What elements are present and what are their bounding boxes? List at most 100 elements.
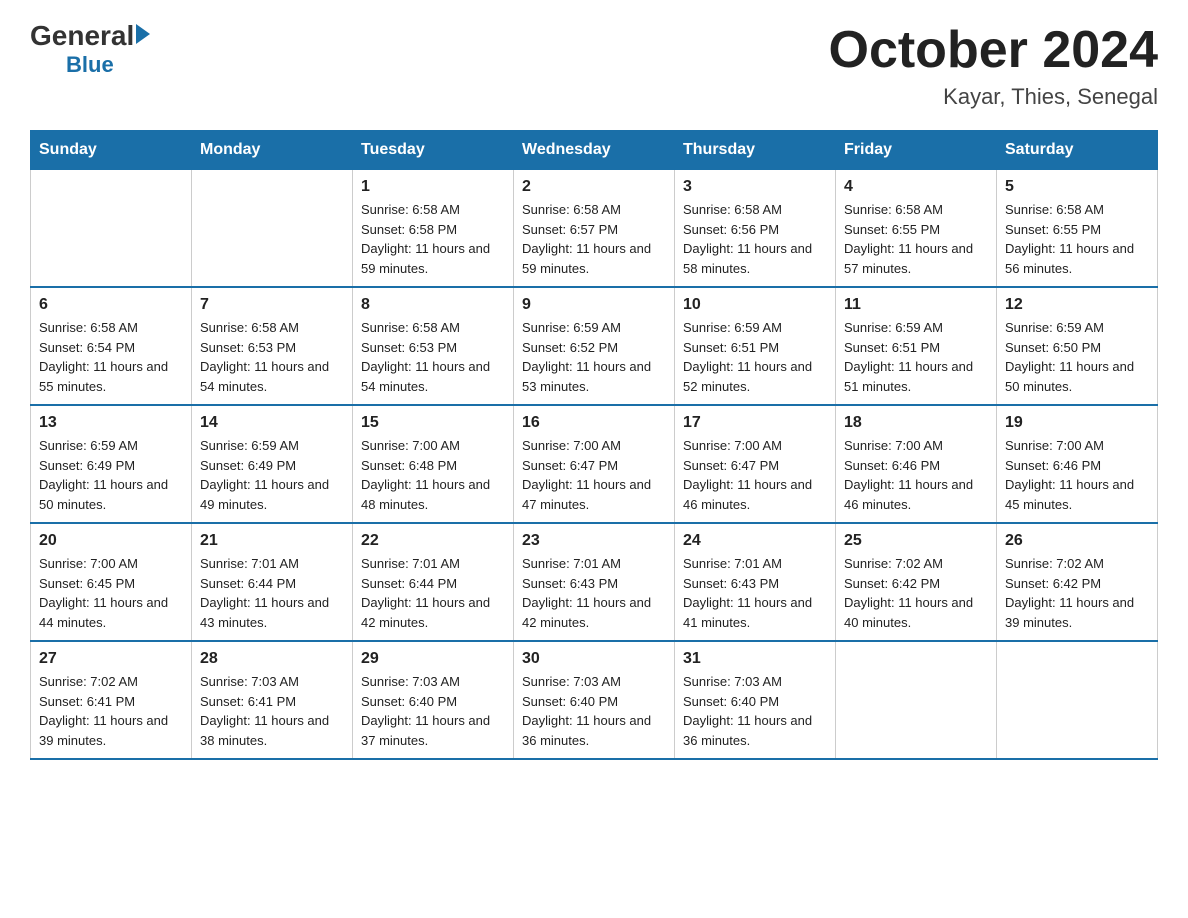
header-monday: Monday xyxy=(192,131,353,170)
day-info: Sunrise: 6:58 AMSunset: 6:53 PMDaylight:… xyxy=(200,318,344,396)
day-cell: 29 Sunrise: 7:03 AMSunset: 6:40 PMDayligh… xyxy=(353,641,514,759)
day-cell: 27Sunrise: 7:02 AMSunset: 6:41 PMDayligh… xyxy=(31,641,192,759)
day-number: 18 xyxy=(844,414,988,432)
day-number: 29 xyxy=(361,650,505,668)
day-cell: 1 Sunrise: 6:58 AMSunset: 6:58 PMDaylight… xyxy=(353,170,514,288)
day-info: Sunrise: 6:59 AMSunset: 6:49 PMDaylight:… xyxy=(39,436,183,514)
day-cell: 8Sunrise: 6:58 AMSunset: 6:53 PMDaylight… xyxy=(353,287,514,405)
day-info: Sunrise: 7:00 AMSunset: 6:47 PMDaylight:… xyxy=(683,436,827,514)
day-info: Sunrise: 7:01 AMSunset: 6:43 PMDaylight:… xyxy=(522,554,666,632)
day-info: Sunrise: 7:02 AMSunset: 6:42 PMDaylight:… xyxy=(844,554,988,632)
day-cell: 10Sunrise: 6:59 AMSunset: 6:51 PMDayligh… xyxy=(675,287,836,405)
day-info: Sunrise: 6:58 AMSunset: 6:55 PMDaylight:… xyxy=(1005,200,1149,278)
day-number: 31 xyxy=(683,650,827,668)
day-cell: 23Sunrise: 7:01 AMSunset: 6:43 PMDayligh… xyxy=(514,523,675,641)
day-cell: 2 Sunrise: 6:58 AMSunset: 6:57 PMDaylight… xyxy=(514,170,675,288)
day-number: 12 xyxy=(1005,296,1149,314)
week-row-3: 13Sunrise: 6:59 AMSunset: 6:49 PMDayligh… xyxy=(31,405,1158,523)
day-number: 15 xyxy=(361,414,505,432)
day-cell: 26 Sunrise: 7:02 AMSunset: 6:42 PMDayligh… xyxy=(997,523,1158,641)
day-cell: 14 Sunrise: 6:59 AMSunset: 6:49 PMDayligh… xyxy=(192,405,353,523)
day-number: 22 xyxy=(361,532,505,550)
day-number: 17 xyxy=(683,414,827,432)
header-saturday: Saturday xyxy=(997,131,1158,170)
day-info: Sunrise: 7:01 AMSunset: 6:43 PMDaylight:… xyxy=(683,554,827,632)
day-number: 30 xyxy=(522,650,666,668)
day-info: Sunrise: 7:00 AMSunset: 6:45 PMDaylight:… xyxy=(39,554,183,632)
day-number: 19 xyxy=(1005,414,1149,432)
day-number: 1 xyxy=(361,178,505,196)
day-info: Sunrise: 7:01 AMSunset: 6:44 PMDaylight:… xyxy=(361,554,505,632)
day-info: Sunrise: 6:58 AMSunset: 6:56 PMDaylight:… xyxy=(683,200,827,278)
logo-blue-label: Blue xyxy=(66,52,114,77)
day-cell: 22 Sunrise: 7:01 AMSunset: 6:44 PMDayligh… xyxy=(353,523,514,641)
day-cell: 31 Sunrise: 7:03 AMSunset: 6:40 PMDayligh… xyxy=(675,641,836,759)
day-number: 14 xyxy=(200,414,344,432)
day-cell: 19 Sunrise: 7:00 AMSunset: 6:46 PMDayligh… xyxy=(997,405,1158,523)
header-sunday: Sunday xyxy=(31,131,192,170)
day-cell: 4Sunrise: 6:58 AMSunset: 6:55 PMDaylight… xyxy=(836,170,997,288)
day-cell xyxy=(192,170,353,288)
day-number: 24 xyxy=(683,532,827,550)
day-number: 7 xyxy=(200,296,344,314)
day-info: Sunrise: 6:59 AMSunset: 6:49 PMDaylight:… xyxy=(200,436,344,514)
day-cell: 17 Sunrise: 7:00 AMSunset: 6:47 PMDayligh… xyxy=(675,405,836,523)
day-info: Sunrise: 7:03 AMSunset: 6:40 PMDaylight:… xyxy=(361,672,505,750)
day-number: 2 xyxy=(522,178,666,196)
day-number: 28 xyxy=(200,650,344,668)
day-number: 9 xyxy=(522,296,666,314)
day-number: 5 xyxy=(1005,178,1149,196)
day-cell: 3 Sunrise: 6:58 AMSunset: 6:56 PMDaylight… xyxy=(675,170,836,288)
day-cell xyxy=(997,641,1158,759)
day-number: 8 xyxy=(361,296,505,314)
day-cell xyxy=(836,641,997,759)
day-cell xyxy=(31,170,192,288)
day-cell: 15 Sunrise: 7:00 AMSunset: 6:48 PMDayligh… xyxy=(353,405,514,523)
day-number: 4 xyxy=(844,178,988,196)
day-cell: 21Sunrise: 7:01 AMSunset: 6:44 PMDayligh… xyxy=(192,523,353,641)
day-cell: 7 Sunrise: 6:58 AMSunset: 6:53 PMDaylight… xyxy=(192,287,353,405)
logo-general-text: General xyxy=(30,20,134,52)
day-cell: 13Sunrise: 6:59 AMSunset: 6:49 PMDayligh… xyxy=(31,405,192,523)
day-info: Sunrise: 7:03 AMSunset: 6:40 PMDaylight:… xyxy=(683,672,827,750)
day-cell: 20 Sunrise: 7:00 AMSunset: 6:45 PMDayligh… xyxy=(31,523,192,641)
header-row: SundayMondayTuesdayWednesdayThursdayFrid… xyxy=(31,131,1158,170)
day-info: Sunrise: 6:59 AMSunset: 6:52 PMDaylight:… xyxy=(522,318,666,396)
day-cell: 9 Sunrise: 6:59 AMSunset: 6:52 PMDaylight… xyxy=(514,287,675,405)
day-cell: 12Sunrise: 6:59 AMSunset: 6:50 PMDayligh… xyxy=(997,287,1158,405)
day-info: Sunrise: 6:58 AMSunset: 6:58 PMDaylight:… xyxy=(361,200,505,278)
day-info: Sunrise: 6:58 AMSunset: 6:57 PMDaylight:… xyxy=(522,200,666,278)
day-info: Sunrise: 7:02 AMSunset: 6:42 PMDaylight:… xyxy=(1005,554,1149,632)
day-number: 3 xyxy=(683,178,827,196)
logo: General Blue xyxy=(30,20,150,78)
day-number: 26 xyxy=(1005,532,1149,550)
day-number: 16 xyxy=(522,414,666,432)
page-header: General Blue October 2024 Kayar, Thies, … xyxy=(30,20,1158,110)
day-number: 10 xyxy=(683,296,827,314)
day-info: Sunrise: 7:02 AMSunset: 6:41 PMDaylight:… xyxy=(39,672,183,750)
day-number: 25 xyxy=(844,532,988,550)
day-info: Sunrise: 7:00 AMSunset: 6:46 PMDaylight:… xyxy=(1005,436,1149,514)
day-info: Sunrise: 7:00 AMSunset: 6:46 PMDaylight:… xyxy=(844,436,988,514)
calendar-title: October 2024 xyxy=(829,20,1159,80)
day-info: Sunrise: 6:59 AMSunset: 6:51 PMDaylight:… xyxy=(844,318,988,396)
day-cell: 24 Sunrise: 7:01 AMSunset: 6:43 PMDayligh… xyxy=(675,523,836,641)
header-wednesday: Wednesday xyxy=(514,131,675,170)
day-cell: 6 Sunrise: 6:58 AMSunset: 6:54 PMDaylight… xyxy=(31,287,192,405)
day-cell: 16 Sunrise: 7:00 AMSunset: 6:47 PMDayligh… xyxy=(514,405,675,523)
title-area: October 2024 Kayar, Thies, Senegal xyxy=(829,20,1159,110)
header-tuesday: Tuesday xyxy=(353,131,514,170)
day-cell: 5 Sunrise: 6:58 AMSunset: 6:55 PMDaylight… xyxy=(997,170,1158,288)
day-number: 6 xyxy=(39,296,183,314)
week-row-5: 27Sunrise: 7:02 AMSunset: 6:41 PMDayligh… xyxy=(31,641,1158,759)
header-friday: Friday xyxy=(836,131,997,170)
day-info: Sunrise: 6:58 AMSunset: 6:54 PMDaylight:… xyxy=(39,318,183,396)
day-info: Sunrise: 7:03 AMSunset: 6:40 PMDaylight:… xyxy=(522,672,666,750)
day-cell: 28Sunrise: 7:03 AMSunset: 6:41 PMDayligh… xyxy=(192,641,353,759)
week-row-4: 20 Sunrise: 7:00 AMSunset: 6:45 PMDayligh… xyxy=(31,523,1158,641)
day-number: 20 xyxy=(39,532,183,550)
day-info: Sunrise: 7:00 AMSunset: 6:47 PMDaylight:… xyxy=(522,436,666,514)
day-info: Sunrise: 7:00 AMSunset: 6:48 PMDaylight:… xyxy=(361,436,505,514)
calendar-table: SundayMondayTuesdayWednesdayThursdayFrid… xyxy=(30,130,1158,760)
day-cell: 11Sunrise: 6:59 AMSunset: 6:51 PMDayligh… xyxy=(836,287,997,405)
